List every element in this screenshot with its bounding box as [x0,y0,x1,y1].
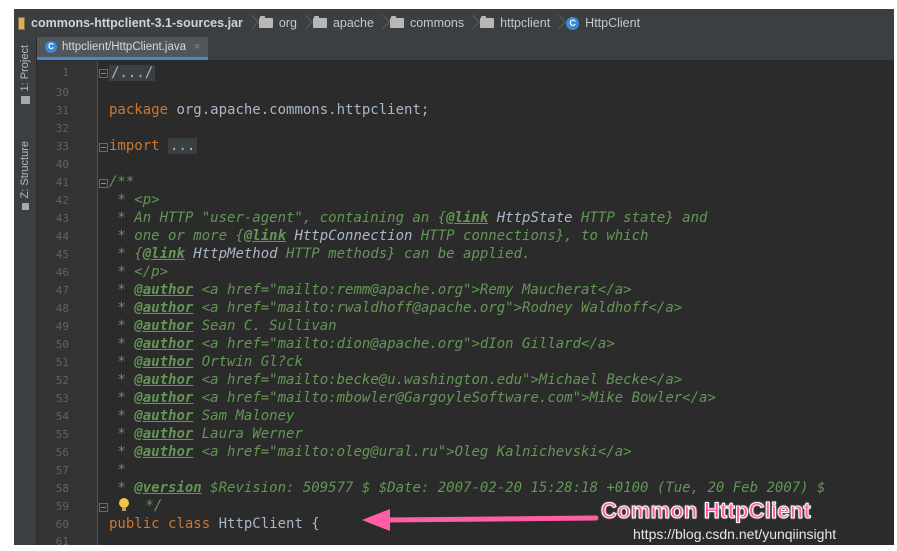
code-line-44: * one or more {@link HttpConnection HTTP… [109,228,649,244]
line-number: 33 [55,140,69,153]
line-number: 49 [55,320,69,333]
code-line-57: * [109,462,126,478]
navigation-breadcrumb: commons-httpclient-3.1-sources.jar org a… [14,9,894,37]
class-icon: C [45,41,57,53]
line-number: 46 [55,266,69,279]
fold-toggle-icon[interactable] [99,179,108,188]
breadcrumb-label: httpclient [500,16,551,30]
code-line-1: /.../ [109,65,156,81]
line-number: 41 [55,176,69,189]
line-number: 32 [55,122,69,135]
breadcrumb-separator [301,9,309,37]
line-number: 51 [55,356,69,369]
fold-toggle-icon[interactable] [99,143,108,152]
line-number: 42 [55,194,69,207]
breadcrumb-separator [468,9,476,37]
folder-icon [20,96,30,105]
breadcrumb-item-class[interactable]: C HttpClient [562,9,644,37]
tool-window-sidebar: 1: Project Z: Structure [14,37,37,545]
code-line-42: * <p> [109,192,160,208]
breadcrumb-item-apache[interactable]: apache [309,9,378,37]
line-number: 54 [55,410,69,423]
jar-icon [18,16,25,30]
folder-icon [312,16,327,28]
folder-icon [258,16,273,28]
line-number: 55 [55,428,69,441]
line-number: 44 [55,230,69,243]
code-line-45: * {@link HttpMethod HTTP methods} can be… [109,246,531,262]
breadcrumb-label: org [278,16,297,30]
breadcrumb-item-jar[interactable]: commons-httpclient-3.1-sources.jar [14,9,247,37]
watermark-text: https://blog.csdn.net/yunqiinsight [633,526,837,542]
code-line-60: public class HttpClient { [109,516,320,532]
code-line-58: * @version $Revision: 509577 $ $Date: 20… [109,480,826,496]
line-number-gutter: 1 30 31 32 33 40 41 42 43 44 45 46 47 48… [37,61,98,545]
code-line-49: * @author Sean C. Sullivan [109,318,337,334]
editor-tab-httpclient-java[interactable]: C httpclient/HttpClient.java × [37,37,209,60]
line-number: 53 [55,392,69,405]
line-number: 57 [55,464,69,477]
code-line-46: * </p> [109,264,169,280]
line-number: 40 [55,158,69,171]
breadcrumb-label: commons-httpclient-3.1-sources.jar [31,16,243,30]
code-line-51: * @author Ortwin Gl?ck [109,354,303,370]
code-line-53: * @author <a href="mailto:mbowler@Gargoy… [109,390,716,406]
fold-toggle-icon[interactable] [99,503,108,512]
line-number: 56 [55,446,69,459]
close-icon[interactable]: × [194,41,200,53]
fold-toggle-icon[interactable] [99,69,108,78]
code-line-55: * @author Laura Werner [109,426,303,442]
code-line-43: * An HTTP "user-agent", containing an {@… [109,210,708,226]
folder-icon [389,16,404,28]
editor-tab-bar: C httpclient/HttpClient.java × [37,37,894,61]
code-line-48: * @author <a href="mailto:rwaldhoff@apac… [109,300,683,316]
code-line-33: import ... [109,138,198,154]
breadcrumb-item-httpclient[interactable]: httpclient [476,9,554,37]
line-number: 61 [55,535,69,545]
code-line-54: * @author Sam Maloney [109,408,295,424]
line-number: 30 [55,86,69,99]
breadcrumb-separator [378,9,386,37]
breadcrumb-label: commons [409,16,465,30]
line-number: 58 [55,482,69,495]
code-line-47: * @author <a href="mailto:remm@apache.or… [109,282,632,298]
line-number: 47 [55,284,69,297]
code-line-52: * @author <a href="mailto:becke@u.washin… [109,372,683,388]
breadcrumb-item-commons[interactable]: commons [386,9,468,37]
annotation-arrow-icon [362,509,599,531]
annotation-label: Common HttpClient [601,498,812,524]
editor-tab-label: httpclient/HttpClient.java [62,41,187,53]
line-number: 43 [55,212,69,225]
breadcrumb-separator [554,9,562,37]
sidebar-tab-label: Z: Structure [19,141,31,199]
breadcrumb-label: HttpClient [585,16,641,30]
folded-imports[interactable]: ... [168,138,198,154]
code-line-56: * @author <a href="mailto:oleg@ural.ru">… [109,444,632,460]
breadcrumb-separator [247,9,255,37]
code-line-59: */ [137,498,163,514]
breadcrumb-item-org[interactable]: org [255,9,301,37]
structure-icon [21,203,29,211]
class-icon: C [566,16,580,30]
line-number: 50 [55,338,69,351]
code-line-41: /** [109,174,135,190]
code-line-31: package org.apache.commons.httpclient; [109,102,430,118]
line-number: 1 [62,66,69,79]
breadcrumb-label: apache [332,16,374,30]
sidebar-tab-structure[interactable]: Z: Structure [14,141,36,211]
sidebar-tab-project[interactable]: 1: Project [14,45,36,105]
folded-region[interactable]: /.../ [109,65,156,81]
line-number: 45 [55,248,69,261]
lightbulb-icon[interactable] [119,498,129,511]
line-number: 48 [55,302,69,315]
code-line-50: * @author <a href="mailto:dion@apache.or… [109,336,615,352]
line-number: 52 [55,374,69,387]
folder-icon [480,16,495,28]
line-number: 59 [55,500,69,513]
line-number: 60 [55,518,69,531]
line-number: 31 [55,104,69,117]
sidebar-tab-label: 1: Project [19,45,31,92]
code-editor[interactable]: 1 30 31 32 33 40 41 42 43 44 45 46 47 48… [37,61,894,545]
